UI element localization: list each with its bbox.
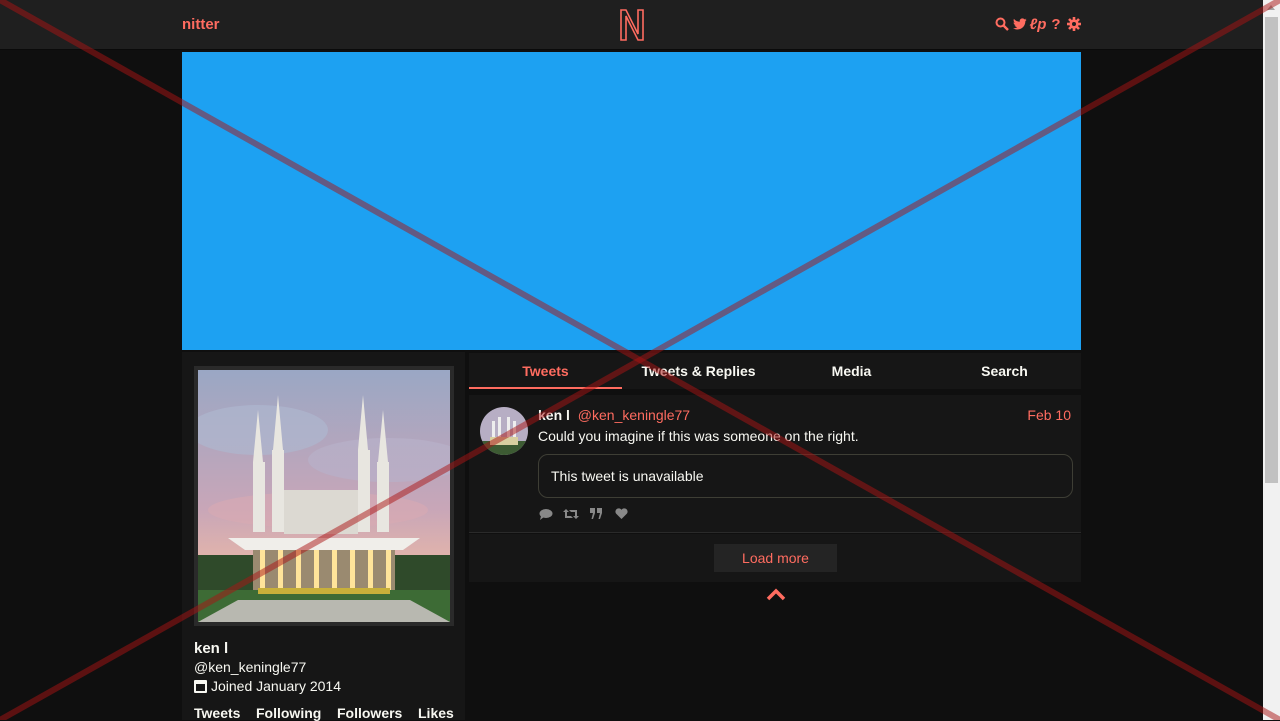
- bird-icon[interactable]: [1013, 15, 1027, 33]
- profile-card: ken l @ken_keningle77 Joined January 201…: [182, 352, 465, 721]
- profile-fullname[interactable]: ken l: [194, 640, 228, 657]
- top-navbar: nitter ℓp ?: [0, 0, 1263, 50]
- quote-icon[interactable]: [588, 507, 604, 521]
- retweet-icon[interactable]: [563, 507, 579, 521]
- nav-icons: ℓp ?: [995, 15, 1081, 33]
- tab-tweets-replies[interactable]: Tweets & Replies: [622, 353, 775, 389]
- tab-tweets[interactable]: Tweets: [469, 353, 622, 389]
- tab-search[interactable]: Search: [928, 353, 1081, 389]
- stat-following[interactable]: Following: [256, 705, 337, 721]
- heart-icon[interactable]: [613, 507, 629, 521]
- search-icon[interactable]: [995, 15, 1009, 33]
- tweet-username[interactable]: @ken_keningle77: [578, 407, 690, 423]
- timeline-item[interactable]: ken l @ken_keningle77 Feb 10 Could you i…: [469, 395, 1081, 533]
- stat-tweets[interactable]: Tweets: [194, 705, 256, 721]
- tweet-content: Could you imagine if this was someone on…: [538, 428, 859, 444]
- chevron-up-icon[interactable]: [766, 587, 786, 601]
- profile-avatar[interactable]: [194, 366, 454, 626]
- tweet-fullname[interactable]: ken l: [538, 407, 570, 423]
- tab-media[interactable]: Media: [775, 353, 928, 389]
- profile-joined: Joined January 2014: [194, 678, 341, 694]
- nitter-logo-icon[interactable]: [618, 8, 646, 42]
- settings-icon[interactable]: [1067, 15, 1081, 33]
- stat-likes[interactable]: Likes: [418, 705, 454, 721]
- calendar-icon: [194, 679, 207, 693]
- brand-link[interactable]: nitter: [182, 16, 220, 33]
- comment-icon[interactable]: [538, 507, 554, 521]
- joined-date: Joined January 2014: [211, 678, 341, 694]
- quote-unavailable: This tweet is unavailable: [538, 454, 1073, 498]
- tweet-avatar[interactable]: [480, 407, 528, 455]
- scrollbar[interactable]: [1263, 0, 1280, 720]
- tweet-stats: [538, 507, 629, 521]
- profile-banner: [182, 52, 1081, 350]
- show-more-bar: Load more: [469, 534, 1081, 582]
- stat-followers[interactable]: Followers: [337, 705, 418, 721]
- scroll-up-arrow-icon[interactable]: [1267, 5, 1275, 10]
- tweet-header: ken l @ken_keningle77: [538, 407, 690, 423]
- rss-icon[interactable]: ℓp: [1030, 15, 1047, 33]
- profile-username[interactable]: @ken_keningle77: [194, 659, 306, 675]
- scrollbar-thumb[interactable]: [1265, 17, 1278, 483]
- timeline-tabs: Tweets Tweets & Replies Media Search: [469, 353, 1081, 389]
- load-more-button[interactable]: Load more: [714, 544, 837, 572]
- profile-stats: Tweets Following Followers Likes: [194, 705, 454, 721]
- help-icon[interactable]: ?: [1049, 15, 1063, 33]
- tweet-date[interactable]: Feb 10: [1027, 407, 1071, 423]
